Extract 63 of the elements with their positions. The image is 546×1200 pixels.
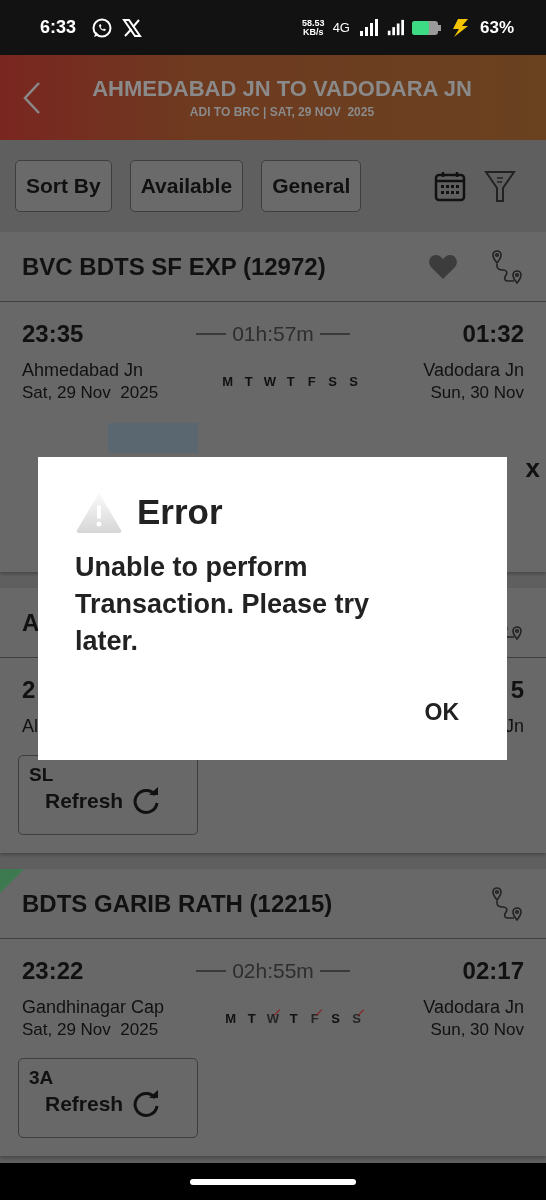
- calendar-icon[interactable]: [434, 170, 466, 202]
- departure-date: Sat, 29 Nov 2025: [22, 1020, 160, 1040]
- train-name: BVC BDTS SF EXP (12972): [22, 252, 326, 281]
- duration: 02h:55m: [232, 959, 314, 983]
- weekday: S: [350, 1011, 363, 1026]
- signal-icon: [385, 18, 404, 37]
- battery-percent: 63%: [479, 17, 514, 38]
- weekday: M: [224, 1011, 237, 1026]
- origin-station: Gandhinagar Cap: [22, 997, 165, 1018]
- weekday: S: [348, 374, 359, 389]
- weekday: T: [243, 374, 254, 389]
- arrival-date: Sun, 30 Nov: [430, 1020, 524, 1040]
- weekday: T: [288, 1011, 299, 1026]
- refresh-label[interactable]: Refresh: [45, 789, 124, 813]
- warning-icon: [75, 491, 123, 533]
- filter-icon[interactable]: [484, 168, 516, 204]
- x-logo-icon: [122, 17, 143, 38]
- departure-time: 23:35: [22, 320, 84, 348]
- network-speed: 58.53 KB/s: [302, 18, 325, 37]
- departure-time: 2: [22, 676, 36, 704]
- duration: 01h:57m: [232, 322, 314, 346]
- origin-station: Al: [22, 716, 38, 737]
- filter-button[interactable]: General: [261, 160, 362, 212]
- arrival-time: 5: [510, 676, 524, 704]
- destination-station: Vadodara Jn: [423, 997, 524, 1018]
- origin-station: Ahmedabad Jn: [22, 360, 145, 381]
- weekday: S: [327, 374, 338, 389]
- route-title: AHMEDABAD JN TO VADODARA JN: [92, 76, 472, 102]
- clock: 6:33: [40, 17, 77, 38]
- weekday: W: [263, 374, 276, 389]
- filter-button[interactable]: Available: [129, 160, 244, 212]
- refresh-label[interactable]: Refresh: [45, 1092, 124, 1116]
- weekday: F: [308, 1011, 321, 1026]
- arrival-time: 01:32: [462, 320, 524, 348]
- arrival-date: Sun, 30 Nov: [430, 383, 524, 403]
- network-type: 4G: [332, 20, 350, 35]
- arrival-time: 02:17: [462, 957, 524, 985]
- weekday: W: [266, 1011, 279, 1026]
- signal-icon: [357, 18, 378, 37]
- battery-icon: [411, 19, 442, 36]
- filter-button[interactable]: Sort By: [15, 160, 112, 212]
- dialog-title: Error: [137, 492, 223, 532]
- weekday: F: [306, 374, 317, 389]
- destination-station: Jn: [505, 716, 524, 737]
- train-name: A: [22, 608, 40, 637]
- class-code: SL: [29, 764, 55, 786]
- back-icon[interactable]: [22, 80, 42, 115]
- weekday: T: [285, 374, 296, 389]
- train-name: BDTS GARIB RATH (12215): [22, 889, 333, 918]
- heart-icon[interactable]: [428, 253, 458, 280]
- class-code: 3A: [29, 1067, 55, 1089]
- destination-station: Vadodara Jn: [423, 360, 524, 381]
- home-handle[interactable]: [190, 1178, 356, 1185]
- close-mark[interactable]: x: [525, 453, 540, 484]
- departure-date: Sat, 29 Nov 2025: [22, 383, 159, 403]
- ok-button[interactable]: OK: [416, 695, 467, 730]
- weekday: S: [330, 1011, 341, 1026]
- weekday: T: [246, 1011, 257, 1026]
- route-subtitle: ADI TO BRC | SAT, 29 NOV 2025: [189, 105, 375, 119]
- weekday: M: [221, 374, 234, 389]
- train-card[interactable]: BDTS GARIB RATH (12215) 23:22 02h:55m 02:17 Gandhinagar Cap Sat, 29 Nov 2025 M T W T F S S Vadodara Jn Sun, 30 Nov 3A Refresh: [0, 869, 546, 1156]
- class-box[interactable]: 3A Refresh: [18, 1058, 198, 1138]
- departure-time: 23:22: [22, 957, 84, 985]
